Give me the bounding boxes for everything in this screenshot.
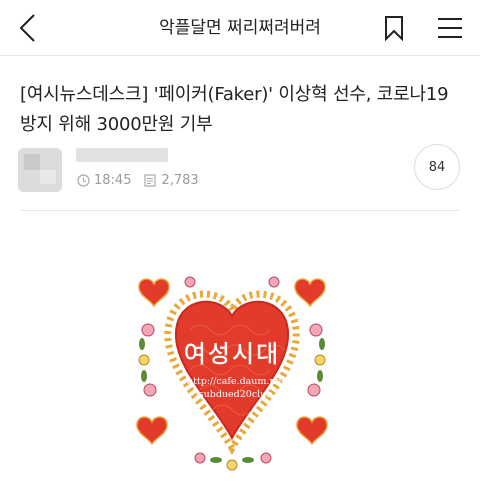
bookmark-icon	[385, 16, 403, 41]
post-title: [여시뉴스데스크] '페이커(Faker)' 이상혁 선수, 코로나19 방지 …	[20, 84, 449, 135]
views-icon	[143, 173, 157, 187]
heart-logo-graphic: 여성시대 http://cafe.daum.net /subdued20club	[136, 276, 328, 471]
top-navigation-bar: 악플달면 쩌리쩌려버려	[0, 0, 480, 56]
logo-name: 여성시대	[184, 340, 280, 368]
cafe-logo-image: 여성시대 http://cafe.daum.net /subdued20club	[130, 270, 335, 475]
comment-count-button[interactable]: 84	[414, 144, 460, 190]
cafe-title: 악플달면 쩌리쩌려버려	[159, 18, 321, 38]
logo-path: /subdued20club	[196, 389, 273, 400]
avatar[interactable]	[18, 148, 62, 192]
logo-url: http://cafe.daum.net	[187, 376, 285, 387]
clock-icon	[76, 173, 90, 187]
menu-button[interactable]	[432, 12, 468, 44]
back-chevron-icon	[19, 14, 35, 42]
divider	[20, 210, 460, 211]
bookmark-button[interactable]	[378, 12, 410, 44]
hamburger-menu-icon	[438, 18, 462, 38]
post-time: 18:45	[94, 172, 132, 188]
back-button[interactable]	[10, 10, 46, 46]
author-nickname-blurred[interactable]	[76, 148, 168, 162]
post-meta: 18:45 2,783	[76, 170, 199, 190]
author-info: 18:45 2,783 84	[0, 140, 480, 208]
view-count: 2,783	[161, 172, 199, 188]
